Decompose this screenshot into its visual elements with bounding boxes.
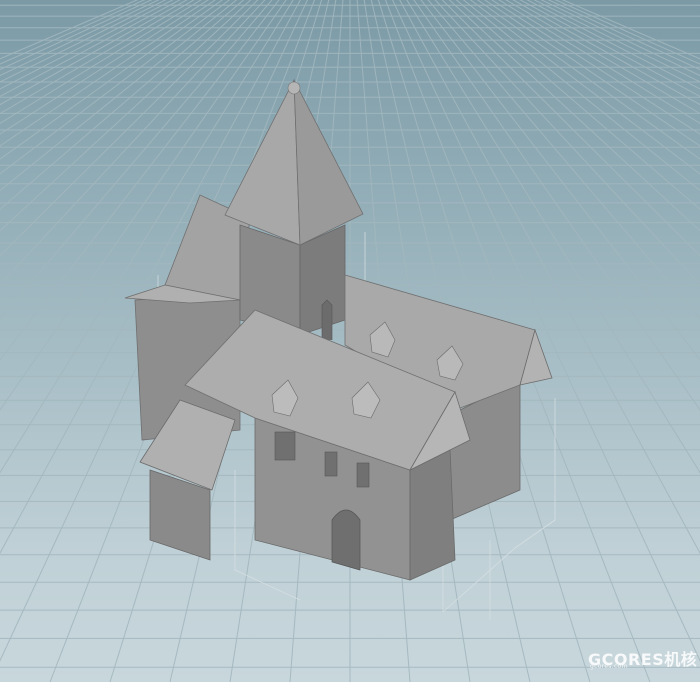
tower-window [321, 299, 333, 340]
watermark-url: gcores.com [590, 663, 628, 670]
viewport-scene [0, 0, 700, 682]
front-door [331, 509, 361, 571]
spire-tip [287, 81, 301, 95]
front-window-2 [324, 451, 338, 477]
front-window-1 [274, 431, 296, 461]
front-window-3 [356, 462, 370, 488]
watermark-logo: GCORES机核 gcores.com [588, 646, 697, 672]
tower-spire-side [293, 79, 364, 246]
3d-viewport[interactable]: GCORES机核 gcores.com [0, 0, 700, 682]
front-wall-right [409, 449, 456, 581]
